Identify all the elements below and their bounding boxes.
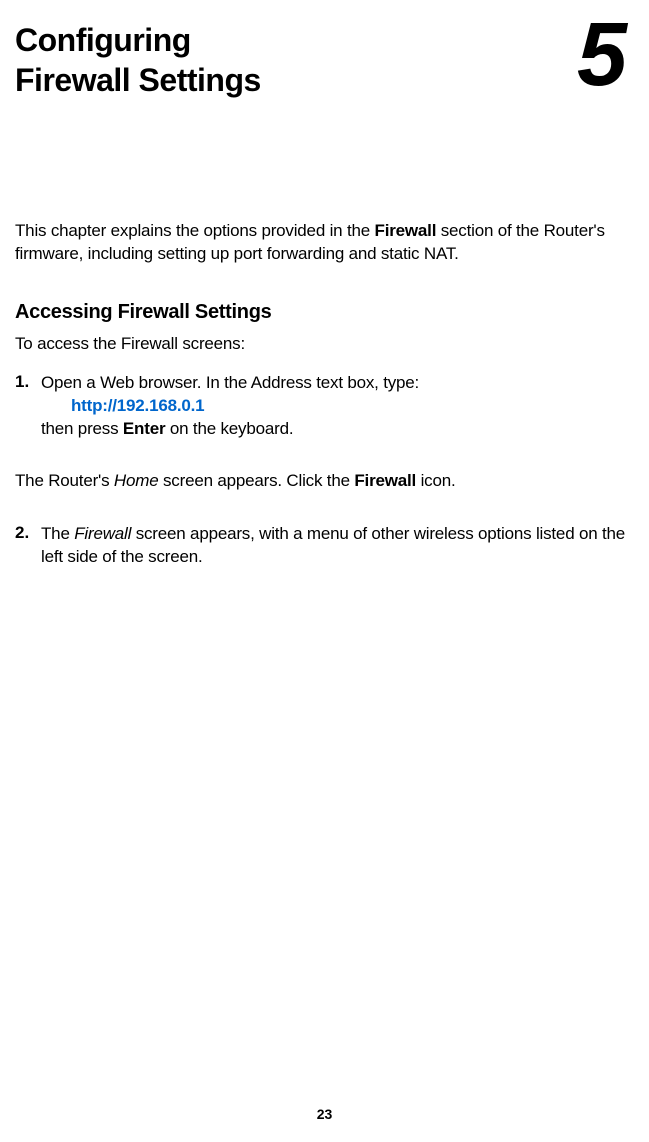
step-1-content: Open a Web browser. In the Address text … [41,372,419,441]
mid-paragraph: The Router's Home screen appears. Click … [15,471,634,491]
title-line-1: Configuring [15,22,191,58]
step-1-bold: Enter [123,419,165,438]
step-2: 2. The Firewall screen appears, with a m… [15,523,634,569]
mid-text-middle: screen appears. Click the [158,471,354,490]
section-intro: To access the Firewall screens: [15,334,634,354]
chapter-header: Configuring Firewall Settings 5 [15,20,634,100]
step-1-url: http://192.168.0.1 [71,395,419,418]
step-1-text-before: Open a Web browser. In the Address text … [41,373,419,392]
page-number: 23 [317,1106,333,1122]
section-heading: Accessing Firewall Settings [15,301,634,324]
step-2-italic: Firewall [74,524,131,543]
title-line-2: Firewall Settings [15,62,261,98]
step-1-text-after-after-bold: on the keyboard. [165,419,293,438]
mid-text-after: icon. [416,471,455,490]
intro-bold: Firewall [375,221,437,240]
step-1-text-after-before-bold: then press [41,419,123,438]
mid-text-before: The Router's [15,471,114,490]
step-2-number: 2. [15,523,41,569]
mid-italic: Home [114,471,159,490]
chapter-number: 5 [577,15,624,96]
step-2-content: The Firewall screen appears, with a menu… [41,523,634,569]
intro-text-before: This chapter explains the options provid… [15,221,375,240]
intro-paragraph: This chapter explains the options provid… [15,220,634,266]
chapter-title: Configuring Firewall Settings [15,20,261,100]
step-2-text-before: The [41,524,74,543]
mid-bold: Firewall [354,471,416,490]
step-1: 1. Open a Web browser. In the Address te… [15,372,634,441]
step-1-number: 1. [15,372,41,441]
